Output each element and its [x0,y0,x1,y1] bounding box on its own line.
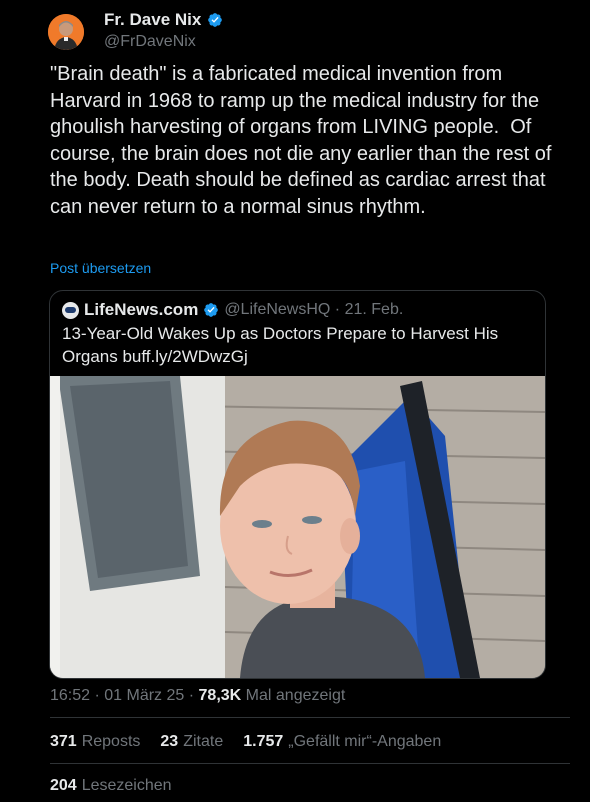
quoted-tweet-image[interactable] [50,376,545,678]
lifenews-logo-icon [62,301,79,319]
bookmarks-label: Lesezeichen [81,777,172,794]
tweet-text: "Brain death" is a fabricated medical in… [50,63,557,218]
quotes-stat[interactable]: 23 Zitate [160,733,223,751]
engagement-stats: 371 Reposts 23 Zitate 1.757 „Gefällt mir“-A… [50,733,441,751]
author-handle[interactable]: @FrDaveNix [104,33,223,51]
timestamp-date[interactable]: 16:52 · 01 März 25 · [50,687,199,704]
tweet-detail: Fr. Dave Nix @FrDaveNix "Brain death" is… [0,0,590,802]
likes-label: „Gefällt mir“-Angaben [288,733,442,750]
avatar-portrait-icon [48,14,84,50]
views-label: Mal angezeigt [241,687,346,704]
translate-link[interactable]: Post übersetzen [50,260,151,276]
author-block: Fr. Dave Nix @FrDaveNix [104,10,223,51]
boy-in-camping-chair-photo [50,376,545,678]
reposts-stat[interactable]: 371 Reposts [50,733,140,751]
quotes-label: Zitate [183,733,224,750]
quoted-tweet-text: 13-Year-Old Wakes Up as Doctors Prepare … [62,324,499,366]
quoted-author-name: LifeNews.com [84,300,199,319]
quoted-handle-date: @LifeNewsHQ · 21. Feb. [224,301,404,318]
verified-badge-icon [207,12,223,28]
author-avatar[interactable] [48,14,84,50]
bookmarks-stat[interactable]: 204 Lesezeichen [50,777,172,795]
quotes-count: 23 [160,733,179,750]
verified-badge-icon [203,302,219,318]
reposts-count: 371 [50,733,77,750]
likes-count: 1.757 [243,733,284,750]
divider [50,717,570,718]
tweet-timestamp-views: 16:52 · 01 März 25 · 78,3K Mal angezeigt [50,687,345,705]
likes-stat[interactable]: 1.757 „Gefällt mir“-Angaben [243,733,441,751]
divider [50,763,570,764]
author-name[interactable]: Fr. Dave Nix [104,10,201,30]
bookmarks-count: 204 [50,777,77,794]
quoted-tweet-header: LifeNews.com @LifeNewsHQ · 21. Feb. [62,300,403,320]
reposts-label: Reposts [81,733,141,750]
quoted-tweet-card[interactable]: LifeNews.com @LifeNewsHQ · 21. Feb. 13-Y… [49,290,546,679]
views-count: 78,3K [198,687,242,704]
